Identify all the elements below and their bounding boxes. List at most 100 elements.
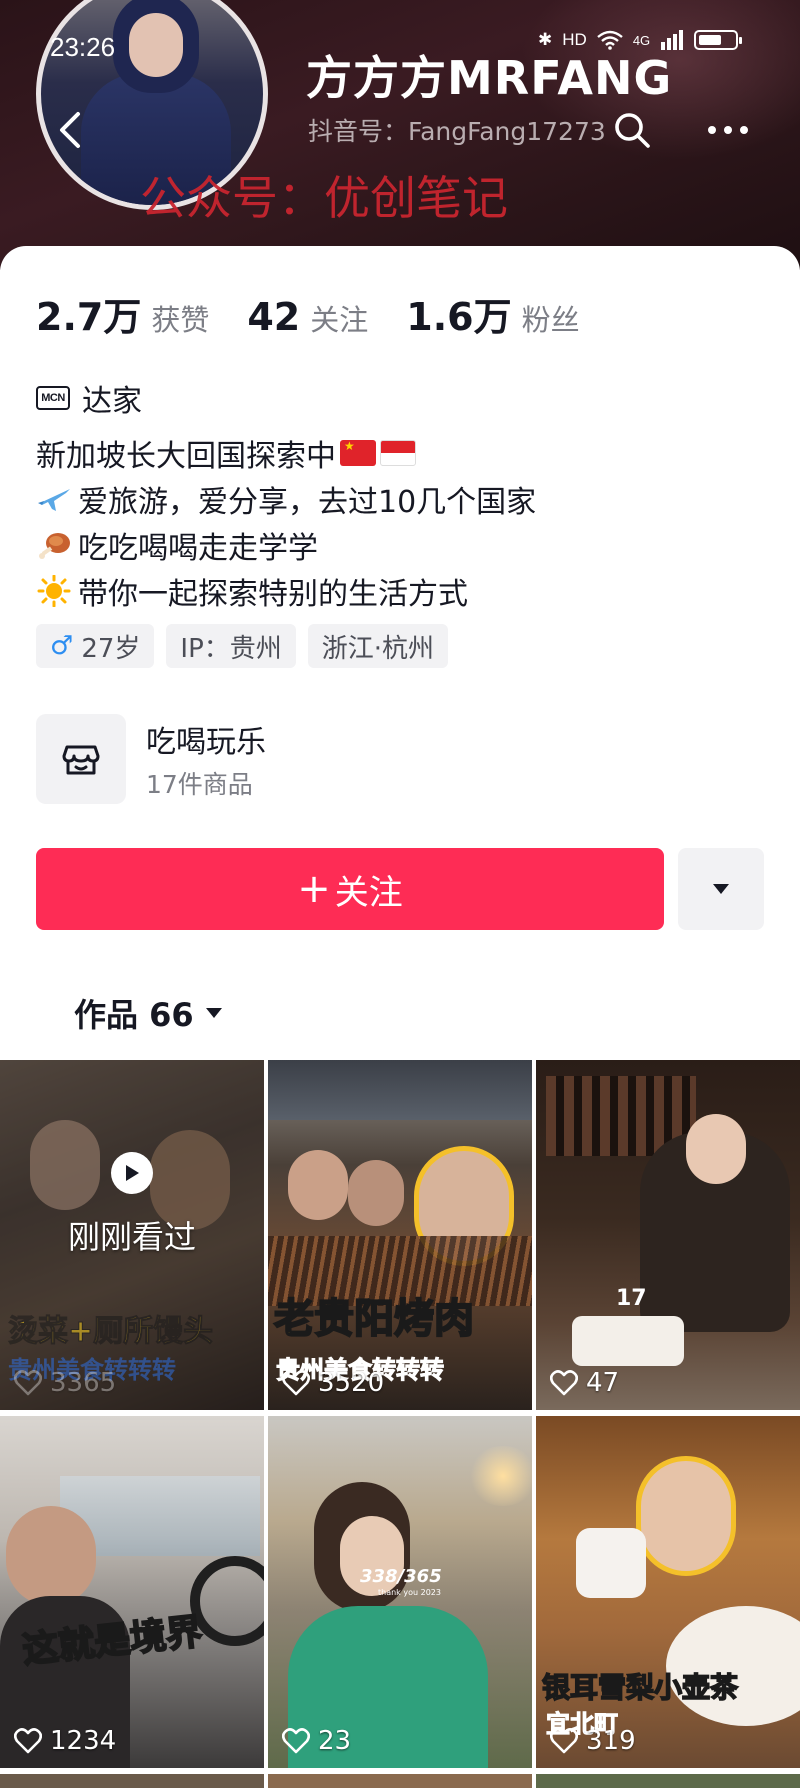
video-likes-count: 23 bbox=[318, 1726, 352, 1756]
avatar-face bbox=[129, 13, 183, 77]
watched-label: 刚刚看过 bbox=[67, 1218, 196, 1256]
profile-nickname: 方方方MRFANG bbox=[306, 51, 673, 105]
person-face bbox=[636, 1456, 736, 1576]
video-likes-count: 47 bbox=[586, 1368, 620, 1398]
video-tile[interactable]: 老贵阳烤肉 贵州美食转转转 3520 bbox=[268, 1060, 532, 1410]
heart-icon bbox=[282, 1728, 310, 1754]
watermark-text: 公众号：优创笔记 bbox=[140, 171, 508, 225]
heart-icon bbox=[14, 1370, 42, 1396]
stats-row: 2.7万 获赞 42 关注 1.6万 粉丝 bbox=[36, 286, 618, 341]
bio: 新加坡长大回国探索中 爱旅游，爱分享，去过10几个国家 吃吃喝喝走走学学 bbox=[36, 430, 536, 614]
male-icon: ♂ bbox=[50, 631, 74, 661]
bio-text: 带你一起探索特别的生活方式 bbox=[78, 577, 468, 612]
heart-icon bbox=[282, 1370, 310, 1396]
stat-followers[interactable]: 1.6万 粉丝 bbox=[406, 286, 579, 341]
video-tile[interactable]: 这就是境界 1234 bbox=[0, 1416, 264, 1768]
shop-count: 17件商品 bbox=[146, 770, 253, 799]
heart-icon bbox=[550, 1370, 578, 1396]
caret-down-icon bbox=[713, 884, 729, 894]
shop-icon bbox=[62, 745, 100, 775]
video-likes-count: 3520 bbox=[318, 1368, 385, 1398]
profile-tags: ♂ 27岁 IP：贵州 浙江·杭州 bbox=[36, 624, 449, 668]
video-tile[interactable] bbox=[0, 1774, 264, 1788]
battery-icon bbox=[694, 30, 743, 50]
back-arrow-icon[interactable] bbox=[52, 108, 92, 152]
more-options-icon[interactable] bbox=[702, 110, 754, 150]
bio-line: 爱旅游，爱分享，去过10几个国家 bbox=[36, 476, 536, 522]
video-likes: 47 bbox=[550, 1368, 619, 1398]
stat-likes-label: 获赞 bbox=[151, 303, 210, 337]
video-caption: 338/365 bbox=[360, 1566, 442, 1587]
mcn-label: 达家 bbox=[82, 384, 142, 419]
tab-works[interactable]: 作品 66 bbox=[74, 990, 224, 1036]
plus-icon: + bbox=[297, 866, 331, 912]
video-likes: 3520 bbox=[282, 1368, 384, 1398]
bio-text: 吃吃喝喝走走学学 bbox=[78, 531, 318, 566]
sunset-glow bbox=[468, 1446, 532, 1506]
tag-age-text: 27岁 bbox=[81, 633, 141, 664]
video-likes: 319 bbox=[550, 1726, 636, 1756]
sun-icon bbox=[37, 575, 71, 607]
drumstick-icon bbox=[39, 533, 70, 559]
tag-location: 浙江·杭州 bbox=[307, 624, 449, 668]
stat-followers-value: 1.6万 bbox=[406, 295, 512, 339]
bio-text: 爱旅游，爱分享，去过10几个国家 bbox=[78, 485, 537, 520]
mcn-badge: MCN bbox=[36, 386, 70, 410]
video-caption: 银耳雪梨小壶茶 bbox=[541, 1670, 739, 1705]
stat-likes-value: 2.7万 bbox=[36, 295, 142, 339]
follow-label: 关注 bbox=[334, 872, 403, 913]
status-time: 23:26 bbox=[50, 32, 116, 62]
video-likes: 23 bbox=[282, 1726, 351, 1756]
tab-works-label: 作品 66 bbox=[74, 996, 194, 1034]
singapore-flag-icon bbox=[380, 440, 416, 466]
bio-text: 新加坡长大回国探索中 bbox=[36, 439, 336, 474]
shop-entry[interactable]: 吃喝玩乐 17件商品 bbox=[36, 714, 266, 804]
person-face bbox=[686, 1114, 746, 1184]
stat-following[interactable]: 42 关注 bbox=[247, 295, 368, 339]
video-likes-count: 319 bbox=[586, 1726, 636, 1756]
tag-age: ♂ 27岁 bbox=[36, 624, 155, 668]
cake-shape bbox=[572, 1316, 684, 1366]
video-tile[interactable]: 银耳雪梨小壶茶 宜北町 319 bbox=[536, 1416, 800, 1768]
mcn-row[interactable]: MCN 达家 bbox=[36, 376, 142, 420]
bio-line: 带你一起探索特别的生活方式 bbox=[36, 568, 536, 614]
video-tile[interactable]: 17 47 bbox=[536, 1060, 800, 1410]
follow-button[interactable]: + 关注 bbox=[36, 848, 664, 930]
heart-icon bbox=[550, 1728, 578, 1754]
search-icon[interactable] bbox=[610, 108, 654, 152]
shop-icon-box bbox=[36, 714, 126, 804]
bio-line: 吃吃喝喝走走学学 bbox=[36, 522, 536, 568]
cake-candle-text: 17 bbox=[616, 1286, 647, 1311]
video-likes-count: 3365 bbox=[50, 1368, 117, 1398]
video-likes-count: 1234 bbox=[50, 1726, 117, 1756]
china-flag-icon bbox=[340, 440, 376, 466]
stat-followers-label: 粉丝 bbox=[521, 303, 580, 337]
bio-line: 新加坡长大回国探索中 bbox=[36, 430, 536, 476]
shop-text: 吃喝玩乐 17件商品 bbox=[146, 717, 266, 801]
stat-following-value: 42 bbox=[247, 295, 301, 339]
recommend-dropdown-button[interactable] bbox=[678, 848, 764, 930]
video-tile[interactable]: 烫菜+厕所馒头 贵州美食转转转 刚刚看过 3365 bbox=[0, 1060, 264, 1410]
stat-following-label: 关注 bbox=[310, 303, 369, 337]
airplane-icon bbox=[38, 489, 70, 511]
video-likes: 1234 bbox=[14, 1726, 116, 1756]
roof-shape bbox=[268, 1060, 532, 1120]
stat-likes[interactable]: 2.7万 获赞 bbox=[36, 286, 209, 341]
douyin-id[interactable]: 抖音号：FangFang17273 bbox=[308, 112, 606, 148]
heart-icon bbox=[14, 1728, 42, 1754]
tag-ip: IP：贵州 bbox=[166, 624, 296, 668]
person-face bbox=[6, 1506, 96, 1606]
profile-header: 23:26 ✱ HD 4G 方方方MRFANG 抖音号：FangFang1727… bbox=[0, 0, 800, 270]
person-shape bbox=[348, 1160, 404, 1226]
shop-title: 吃喝玩乐 bbox=[146, 725, 266, 760]
video-tile[interactable]: 338/365 thank you 2023 23 bbox=[268, 1416, 532, 1768]
caret-down-icon bbox=[205, 1008, 222, 1018]
video-caption: thank you 2023 bbox=[378, 1588, 441, 1597]
teapot-shape bbox=[576, 1528, 646, 1598]
video-tile[interactable] bbox=[268, 1774, 532, 1788]
video-tile[interactable] bbox=[536, 1774, 800, 1788]
video-likes: 3365 bbox=[14, 1368, 116, 1398]
watched-marker: 刚刚看过 bbox=[0, 1060, 264, 1410]
person-shape bbox=[288, 1150, 348, 1220]
video-caption: 老贵阳烤肉 bbox=[273, 1295, 475, 1343]
